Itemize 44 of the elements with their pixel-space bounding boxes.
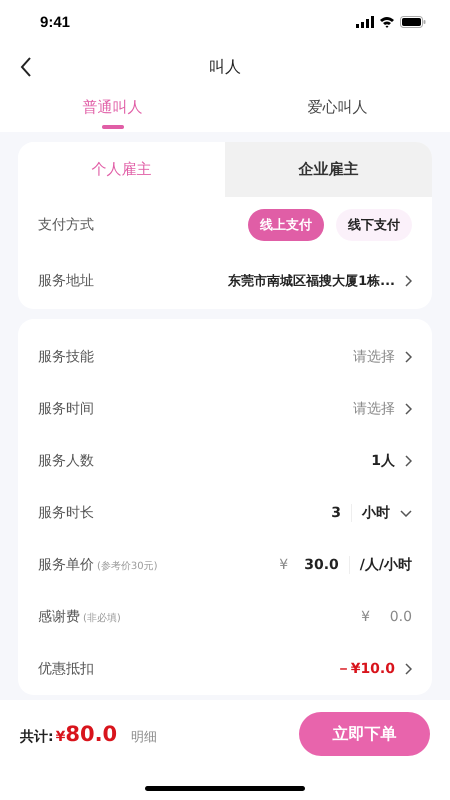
field-note: (非必填) [83,612,121,625]
field-note: (参考价30元) [97,560,158,573]
chevron-right-icon [405,351,412,363]
field-value[interactable]: 1人 [371,452,395,470]
submit-button[interactable]: 立即下单 [299,712,430,756]
chevron-right-icon [405,663,412,675]
discount-value[interactable]: －¥10.0 [336,660,395,678]
back-icon[interactable] [20,57,32,77]
field-label: 优惠抵扣 [38,660,94,678]
currency-sign: ¥ [56,729,66,745]
employer-tab[interactable]: 企业雇主 [225,142,432,197]
price-unit: /人/小时 [360,556,412,574]
total-label: 共计: [20,728,54,746]
wifi-icon [379,16,395,28]
page-title: 叫人 [209,56,241,78]
field-label: 服务时长 [38,504,94,522]
details-link[interactable]: 明细 [131,728,158,746]
chevron-right-icon [405,275,412,287]
total-amount: 80.0 [65,722,118,746]
field-label: 感谢费 [38,608,80,626]
chevron-right-icon [405,403,412,415]
field-label: 服务单价 [38,556,94,574]
chevron-right-icon [405,455,412,467]
tab[interactable]: 普通叫人 [0,90,225,132]
field-label: 服务时间 [38,400,94,418]
field-label: 服务技能 [38,348,94,366]
field-placeholder[interactable]: 请选择 [353,400,395,418]
address-value[interactable]: 东莞市南城区福搜大厦1栋... [228,272,395,290]
field-label: 服务地址 [38,272,94,290]
payment-option[interactable]: 线下支付 [336,209,412,241]
unit-dropdown[interactable]: 小时 [362,504,390,522]
battery-icon [400,16,426,28]
price-value[interactable]: 30.0 [304,557,339,573]
field-label: 服务人数 [38,452,94,470]
field-placeholder[interactable]: 请选择 [353,348,395,366]
status-time: 9:41 [40,14,70,30]
signal-icon [356,16,374,28]
payment-option[interactable]: 线上支付 [248,209,324,241]
currency-sign: ¥ [361,609,370,625]
chevron-down-icon [400,510,412,516]
currency-sign: ¥ [279,557,288,573]
field-value: 3 [331,505,341,521]
tab[interactable]: 爱心叫人 [225,90,450,132]
field-label: 支付方式 [38,216,94,234]
